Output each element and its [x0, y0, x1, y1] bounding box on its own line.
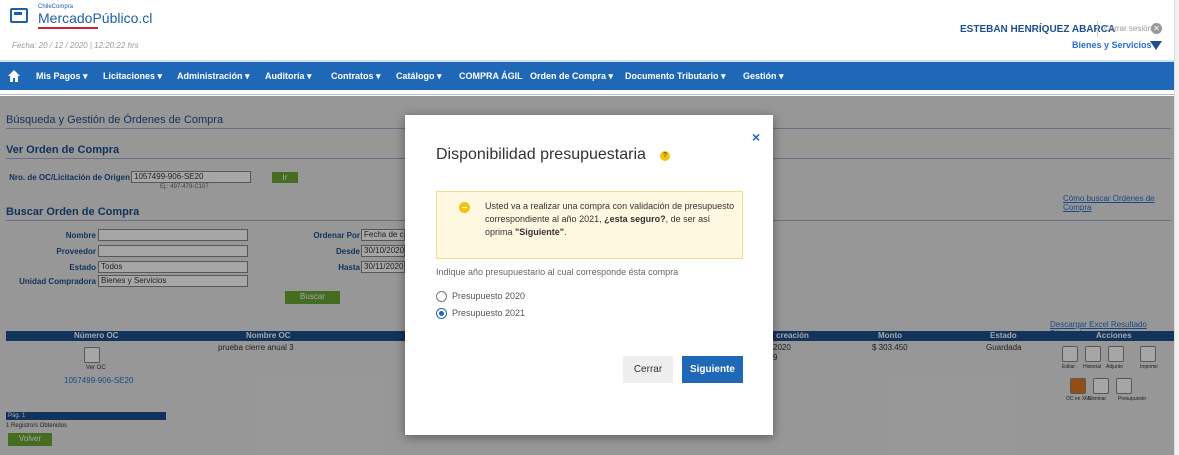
logo-underline	[38, 27, 98, 29]
warning-text-part: .	[564, 227, 567, 237]
nav-spacer	[0, 90, 1179, 95]
modal-title: Disponibilidad presupuestaria	[436, 146, 646, 163]
nav-licitaciones[interactable]: Licitaciones ▾	[103, 71, 162, 82]
nav-catalogo[interactable]: Catálogo ▾	[396, 71, 442, 82]
radio-label-2020[interactable]: Presupuesto 2020	[452, 291, 525, 301]
scrollbar[interactable]	[1174, 0, 1179, 455]
chevron-down-icon[interactable]	[1150, 41, 1162, 50]
budget-modal: × Disponibilidad presupuestaria ? Usted …	[405, 115, 773, 435]
logo-title[interactable]: MercadoPúblico.cl	[38, 10, 152, 26]
warning-text: Usted va a realizar una compra con valid…	[485, 200, 735, 239]
main-nav: Mis Pagos ▾ Licitaciones ▾ Administració…	[0, 60, 1179, 90]
help-icon[interactable]: ?	[660, 151, 670, 161]
nav-compra-agil[interactable]: COMPRA ÁGIL	[459, 71, 523, 81]
organization-selector[interactable]: Bienes y Servicios	[1072, 40, 1152, 50]
warning-text-bold: "Siguiente"	[515, 227, 565, 237]
nav-orden-de-compra[interactable]: Orden de Compra ▾	[530, 71, 613, 82]
warning-box: Usted va a realizar una compra con valid…	[436, 191, 743, 259]
nav-contratos[interactable]: Contratos ▾	[331, 71, 381, 82]
cerrar-button[interactable]: Cerrar	[623, 356, 673, 383]
radio-label-2021[interactable]: Presupuesto 2021	[452, 308, 525, 318]
top-header: ChileCompra MercadoPúblico.cl Fecha: 20 …	[0, 0, 1179, 60]
close-icon[interactable]: ×	[752, 129, 760, 145]
siguiente-button[interactable]: Siguiente	[682, 356, 743, 383]
nav-gestion[interactable]: Gestión ▾	[743, 71, 784, 82]
nav-documento-tributario[interactable]: Documento Tributario ▾	[625, 71, 726, 82]
nav-auditoria[interactable]: Auditoría ▾	[265, 71, 312, 82]
mercadopublico-logo-icon	[10, 8, 28, 23]
user-name: ESTEBAN HENRÍQUEZ ABARCA	[960, 24, 1116, 35]
logout-icon[interactable]: ✕	[1151, 23, 1162, 34]
radio-presupuesto-2020[interactable]	[436, 291, 447, 302]
year-question: Indique año presupuestario al cual corre…	[436, 267, 679, 277]
warning-icon	[459, 202, 470, 213]
logout-link[interactable]: Cerrar sesión	[1104, 24, 1152, 33]
home-icon[interactable]	[8, 70, 20, 82]
radio-presupuesto-2021[interactable]	[436, 308, 447, 319]
date-label: Fecha: 20 / 12 / 2020 | 12:20:22 hrs	[12, 41, 139, 50]
nav-administracion[interactable]: Administración ▾	[177, 71, 250, 82]
header-divider	[1097, 21, 1098, 37]
nav-mis-pagos[interactable]: Mis Pagos ▾	[36, 71, 88, 82]
warning-text-bold: ¿esta seguro?	[604, 214, 666, 224]
